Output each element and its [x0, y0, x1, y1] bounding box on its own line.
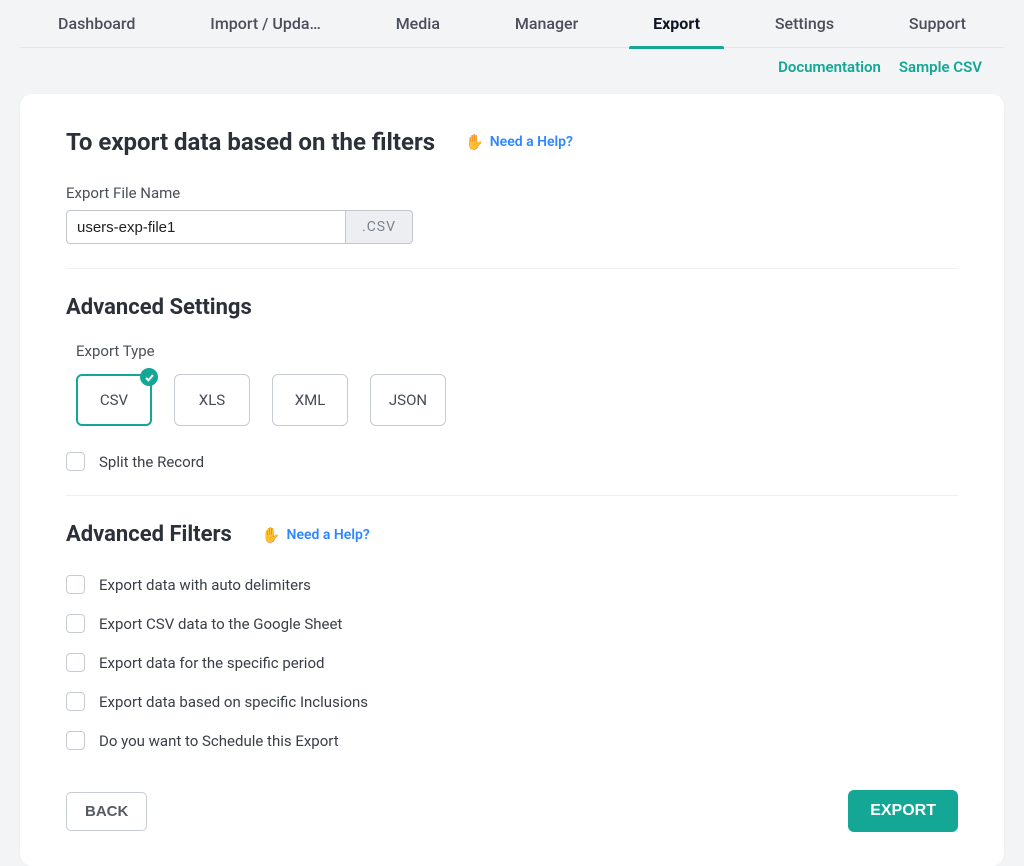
separator-2	[66, 495, 958, 496]
filename-label: Export File Name	[66, 184, 958, 202]
filter-schedule-label: Do you want to Schedule this Export	[99, 732, 339, 750]
filter-period-label: Export data for the specific period	[99, 654, 324, 672]
hand-icon: ✋	[465, 133, 484, 151]
hand-icon: ✋	[262, 526, 281, 544]
export-type-row: CSV XLS XML JSON	[76, 374, 958, 426]
export-type-xml-label: XML	[295, 391, 326, 409]
sample-csv-link[interactable]: Sample CSV	[899, 58, 982, 76]
filter-inclusions-label: Export data based on specific Inclusions	[99, 693, 368, 711]
split-record-row[interactable]: Split the Record	[66, 452, 958, 471]
filter-gsheet-checkbox[interactable]	[66, 614, 85, 633]
filter-auto-delim-label: Export data with auto delimiters	[99, 576, 311, 594]
filter-gsheet-label: Export CSV data to the Google Sheet	[99, 615, 342, 633]
filter-schedule-row[interactable]: Do you want to Schedule this Export	[66, 731, 958, 750]
tab-export[interactable]: Export	[653, 0, 700, 48]
filter-auto-delim-checkbox[interactable]	[66, 575, 85, 594]
sublinks-row: Documentation Sample CSV	[0, 48, 1024, 76]
advanced-filters-title: Advanced Filters	[66, 522, 232, 547]
tab-dashboard[interactable]: Dashboard	[58, 0, 135, 48]
export-type-json[interactable]: JSON	[370, 374, 446, 426]
export-type-csv-label: CSV	[100, 391, 128, 409]
documentation-link[interactable]: Documentation	[778, 58, 881, 76]
back-button[interactable]: BACK	[66, 792, 147, 831]
filters-help-link[interactable]: ✋ Need a Help?	[262, 526, 370, 544]
export-type-xls-label: XLS	[199, 391, 225, 409]
page-title-row: To export data based on the filters ✋ Ne…	[66, 128, 958, 156]
filter-inclusions-checkbox[interactable]	[66, 692, 85, 711]
need-help-link[interactable]: ✋ Need a Help?	[465, 133, 573, 151]
page-title: To export data based on the filters	[66, 128, 435, 156]
filter-auto-delim-row[interactable]: Export data with auto delimiters	[66, 575, 958, 594]
filter-gsheet-row[interactable]: Export CSV data to the Google Sheet	[66, 614, 958, 633]
export-filename-input[interactable]	[66, 210, 346, 244]
export-button[interactable]: EXPORT	[848, 790, 958, 832]
main-tabbar: Dashboard Import / Upda… Media Manager E…	[20, 0, 1004, 48]
tab-settings[interactable]: Settings	[775, 0, 834, 48]
need-help-label: Need a Help?	[490, 134, 573, 150]
export-panel: To export data based on the filters ✋ Ne…	[20, 94, 1004, 866]
filters-help-label: Need a Help?	[287, 527, 370, 543]
export-type-xml[interactable]: XML	[272, 374, 348, 426]
export-type-csv[interactable]: CSV	[76, 374, 152, 426]
filename-extension: .CSV	[346, 210, 413, 244]
export-type-label: Export Type	[76, 342, 958, 360]
split-record-label: Split the Record	[99, 453, 204, 471]
split-record-checkbox[interactable]	[66, 452, 85, 471]
filter-period-row[interactable]: Export data for the specific period	[66, 653, 958, 672]
filter-period-checkbox[interactable]	[66, 653, 85, 672]
footer-row: BACK EXPORT	[66, 790, 958, 832]
separator-1	[66, 268, 958, 269]
filter-inclusions-row[interactable]: Export data based on specific Inclusions	[66, 692, 958, 711]
check-icon	[140, 368, 158, 386]
tab-media[interactable]: Media	[396, 0, 440, 48]
export-type-xls[interactable]: XLS	[174, 374, 250, 426]
export-type-json-label: JSON	[389, 391, 427, 409]
tab-manager[interactable]: Manager	[515, 0, 578, 48]
filename-row: .CSV	[66, 210, 958, 244]
filter-schedule-checkbox[interactable]	[66, 731, 85, 750]
filters-head: Advanced Filters ✋ Need a Help?	[66, 522, 958, 547]
tab-import[interactable]: Import / Upda…	[210, 0, 321, 48]
tab-support[interactable]: Support	[909, 0, 966, 48]
advanced-settings-title: Advanced Settings	[66, 295, 958, 320]
